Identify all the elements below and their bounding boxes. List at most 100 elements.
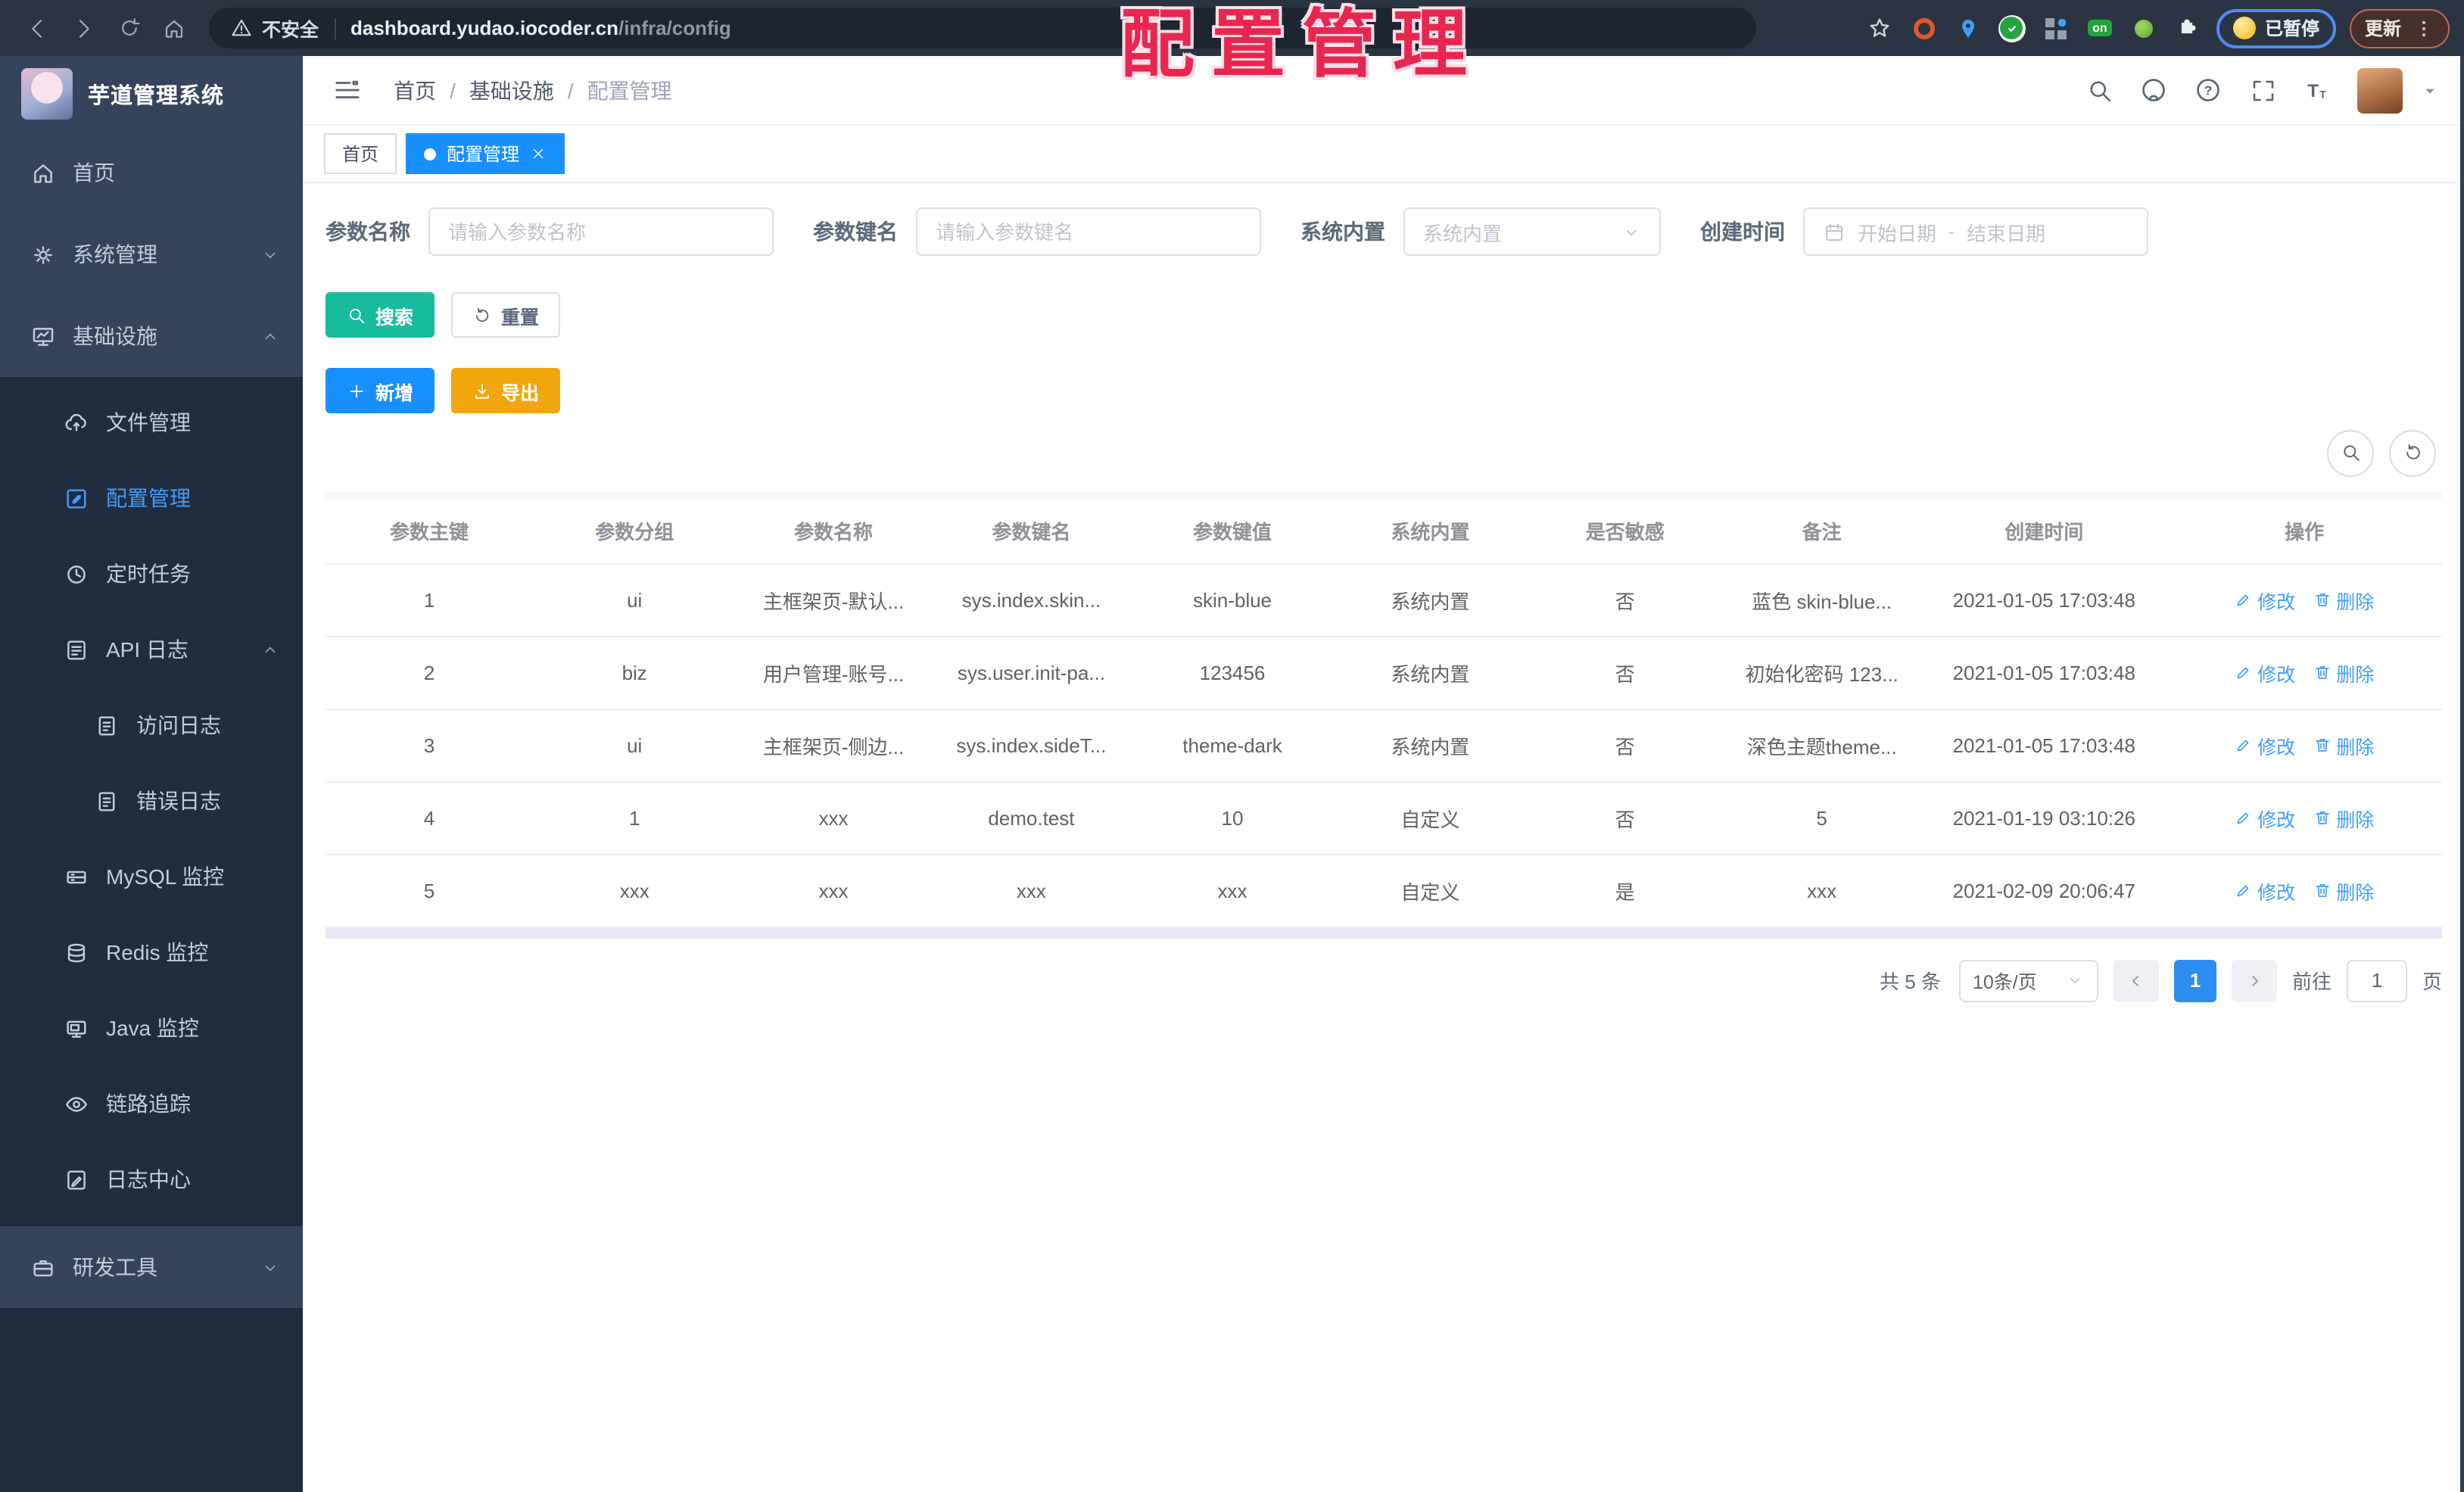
extension-green-ball-icon[interactable] (2129, 13, 2159, 43)
add-button[interactable]: 新增 (326, 368, 435, 413)
plus-icon (347, 381, 366, 400)
fullscreen-icon[interactable] (2248, 76, 2277, 104)
font-size-icon[interactable] (2303, 76, 2332, 104)
sidebar-item-file-mgmt[interactable]: 文件管理 (0, 385, 303, 460)
help-icon[interactable] (2194, 76, 2223, 104)
edit-button[interactable]: 修改 (2235, 585, 2295, 614)
github-icon[interactable] (2139, 76, 2168, 104)
sidebar-collapse-icon[interactable] (327, 70, 366, 110)
bookmark-star-icon[interactable] (1865, 13, 1896, 43)
browser-reload-button[interactable] (106, 7, 151, 49)
tab-home[interactable]: 首页 (324, 133, 397, 174)
sidebar-item-home[interactable]: 首页 (0, 132, 303, 213)
refresh-table-button[interactable] (2389, 429, 2436, 476)
doc-icon (94, 712, 120, 738)
table-cell: 系统内置 (1332, 636, 1528, 709)
sidebar-item-label: 基础设施 (73, 324, 157, 348)
sidebar-item-access-log[interactable]: 访问日志 (0, 687, 303, 763)
goto-page-input[interactable] (2346, 959, 2407, 1001)
delete-button[interactable]: 删除 (2313, 876, 2374, 905)
table-cell: 初始化密码 123... (1722, 636, 1922, 709)
reset-button[interactable]: 重置 (451, 292, 561, 338)
edit-button[interactable]: 修改 (2235, 658, 2295, 687)
table-cell: 是 (1528, 854, 1723, 927)
table-cell: xxx (930, 854, 1132, 927)
chevron-up-icon (260, 640, 280, 659)
delete-button[interactable]: 删除 (2313, 730, 2374, 759)
edit-button[interactable]: 修改 (2235, 730, 2295, 759)
sidebar-item-label: 错误日志 (136, 789, 221, 813)
sidebar-item-label: 链路追踪 (106, 1092, 191, 1116)
browser-forward-button[interactable] (61, 7, 106, 49)
date-range-picker[interactable]: 开始日期 - 结束日期 (1803, 207, 2148, 256)
next-page-button[interactable] (2231, 959, 2277, 1001)
table-cell: 主框架页-默认... (736, 563, 931, 637)
breadcrumb-infra[interactable]: 基础设施 (469, 75, 554, 105)
sidebar-item-log-center[interactable]: 日志中心 (0, 1142, 303, 1217)
sidebar-item-api-log[interactable]: API 日志 (0, 612, 303, 687)
delete-button[interactable]: 删除 (2313, 803, 2374, 832)
tab-config-management[interactable]: 配置管理 (406, 133, 565, 174)
page-content: 参数名称 参数键名 系统内置 系统内置 创建时间 (303, 183, 2464, 1492)
sidebar-item-infra[interactable]: 基础设施 (0, 295, 303, 377)
browser-back-button[interactable] (15, 7, 61, 49)
sidebar-item-label: API 日志 (106, 637, 188, 662)
filter-name-field[interactable] (428, 207, 774, 256)
profile-paused-chip[interactable]: 已暂停 (2216, 8, 2336, 48)
extension-orange-ring-icon[interactable] (1909, 13, 1939, 43)
filter-key-field[interactable] (916, 207, 1261, 256)
actions-cell: 修改 删除 (2167, 854, 2442, 927)
user-menu-caret-icon[interactable] (2419, 79, 2441, 101)
address-bar[interactable]: 不安全 dashboard.yudao.iocoder.cn/infra/con… (209, 8, 1756, 48)
table-cell: 主框架页-侧边... (736, 709, 931, 782)
browser-update-button[interactable]: 更新 (2349, 8, 2450, 48)
edit-button[interactable]: 修改 (2235, 803, 2295, 832)
user-avatar[interactable] (2357, 67, 2403, 113)
sidebar-item-cron-job[interactable]: 定时任务 (0, 536, 303, 612)
extension-grid-icon[interactable] (2041, 13, 2071, 43)
breadcrumb-separator: / (450, 78, 456, 102)
sidebar-item-label: 研发工具 (73, 1255, 157, 1279)
sidebar-item-tracing[interactable]: 链路追踪 (0, 1066, 303, 1142)
header-search-icon[interactable] (2085, 76, 2114, 104)
table-cell: sys.user.init-pa... (930, 636, 1132, 709)
edit-button[interactable]: 修改 (2235, 876, 2295, 905)
browser-home-button[interactable] (151, 7, 197, 49)
param-name-input[interactable] (448, 220, 754, 243)
sidebar-item-dev-tools[interactable]: 研发工具 (0, 1226, 303, 1308)
sidebar-item-system-mgmt[interactable]: 系统管理 (0, 213, 303, 295)
sidebar-item-label: 日志中心 (106, 1167, 191, 1191)
breadcrumb-separator: / (567, 78, 574, 102)
sidebar-item-config-mgmt[interactable]: 配置管理 (0, 460, 303, 536)
delete-button[interactable]: 删除 (2313, 585, 2374, 614)
sidebar-item-error-log[interactable]: 错误日志 (0, 763, 303, 839)
extension-pin-icon[interactable] (1953, 13, 1983, 43)
page-size-select[interactable]: 10条/页 (1958, 959, 2098, 1001)
table-cell: 系统内置 (1332, 709, 1528, 782)
trash-icon (2313, 881, 2332, 899)
sidebar-item-redis-monitor[interactable]: Redis 监控 (0, 914, 303, 990)
tab-close-icon[interactable] (530, 145, 547, 162)
pencil-icon (2235, 736, 2253, 754)
export-button[interactable]: 导出 (451, 368, 561, 413)
browser-menu-dots-icon[interactable] (2413, 17, 2434, 39)
delete-button[interactable]: 删除 (2313, 658, 2374, 687)
param-key-input[interactable] (936, 220, 1241, 243)
toggle-search-button[interactable] (2327, 429, 2374, 476)
app-logo[interactable]: 芋道管理系统 (0, 56, 303, 132)
system-builtin-select[interactable]: 系统内置 (1403, 207, 1661, 256)
table-cell: 深色主题theme... (1722, 709, 1922, 782)
sidebar-item-java-monitor[interactable]: Java 监控 (0, 990, 303, 1066)
current-page-button[interactable]: 1 (2173, 959, 2216, 1001)
breadcrumb-home[interactable]: 首页 (394, 75, 436, 105)
search-button[interactable]: 搜索 (326, 292, 435, 338)
filter-name-label: 参数名称 (326, 220, 410, 244)
extension-on-badge[interactable]: on (2085, 13, 2115, 43)
page-unit-label: 页 (2422, 970, 2442, 993)
extension-green-check-icon[interactable] (1997, 13, 2027, 43)
redis-icon (64, 939, 89, 965)
prev-page-button[interactable] (2113, 959, 2159, 1001)
extensions-puzzle-icon[interactable] (2173, 13, 2203, 43)
sidebar-item-mysql-monitor[interactable]: MySQL 监控 (0, 839, 303, 914)
table-cell: 用户管理-账号... (736, 636, 931, 709)
